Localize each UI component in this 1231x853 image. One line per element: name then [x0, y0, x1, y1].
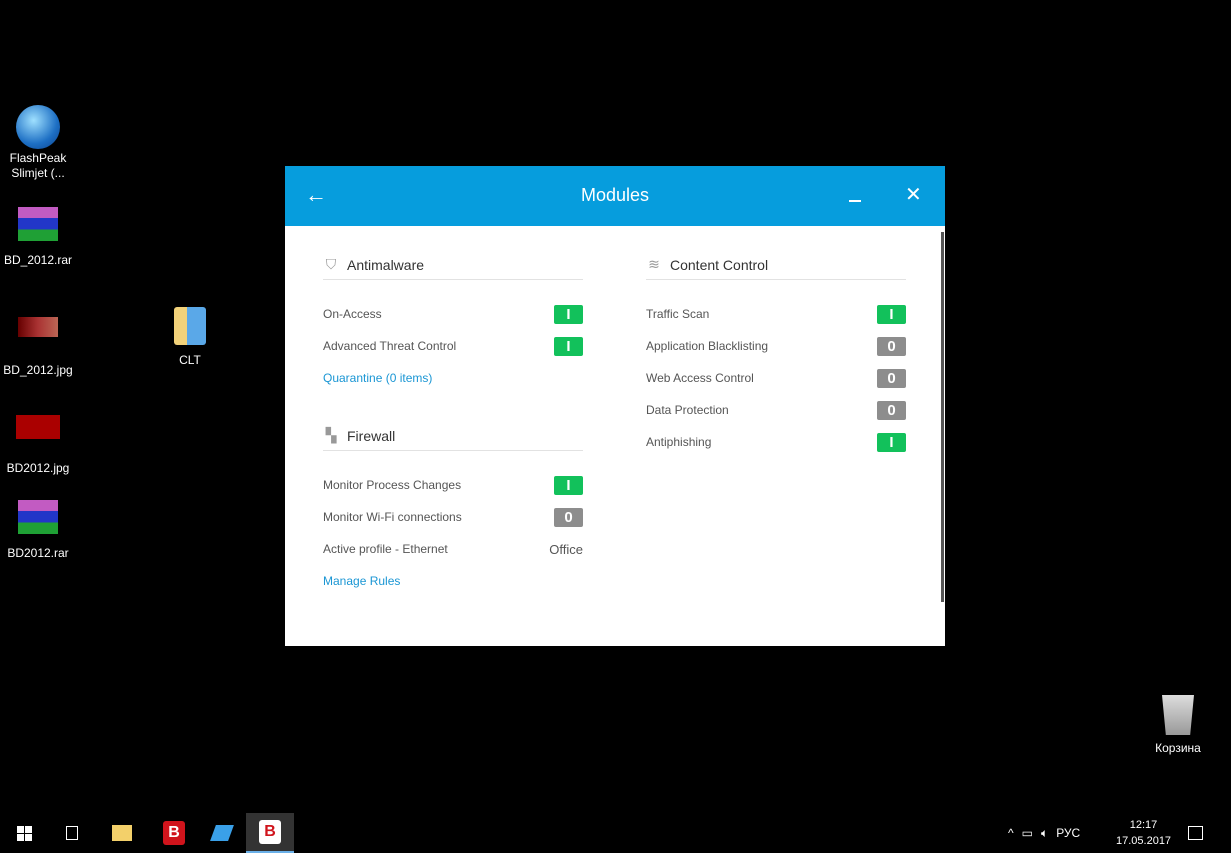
archive-icon — [16, 207, 60, 247]
desktop-icon-bd2012-jpg-2[interactable]: BD2012.jpg — [0, 405, 78, 476]
app-blacklisting-toggle[interactable]: 0 — [877, 336, 906, 356]
quarantine-link[interactable]: Quarantine (0 items) — [323, 371, 432, 385]
folder-icon — [112, 825, 132, 841]
bitdefender-icon: B — [163, 821, 185, 845]
chevron-up-icon[interactable]: ^ — [1008, 826, 1014, 840]
section-title: Antimalware — [347, 256, 425, 273]
close-button[interactable]: ✕ — [905, 182, 922, 207]
section-title: Firewall — [347, 427, 396, 444]
taskbar-explorer[interactable] — [98, 813, 146, 853]
desktop-icon-bd2012-rar[interactable]: BD_2012.rar — [0, 207, 78, 268]
taskbar-bitdefender[interactable]: B — [150, 813, 198, 853]
on-access-toggle[interactable]: I — [554, 304, 583, 324]
volume-icon[interactable]: 🔈︎ — [1041, 826, 1048, 841]
module-row-traffic-scan: Traffic Scan I — [646, 298, 906, 330]
active-profile-value[interactable]: Office — [549, 542, 583, 557]
manage-rules-link[interactable]: Manage Rules — [323, 574, 400, 588]
web-access-toggle[interactable]: 0 — [877, 368, 906, 388]
antimalware-section: ⛉ Antimalware On-Access I Advanced Threat … — [323, 254, 583, 394]
windows-icon — [16, 825, 32, 841]
app-icon — [210, 825, 234, 841]
traffic-scan-toggle[interactable]: I — [877, 304, 906, 324]
module-row-app-blacklisting: Application Blacklisting 0 — [646, 330, 906, 362]
desktop-icon-slimjet[interactable]: FlashPeak Slimjet (... — [0, 105, 78, 181]
dialog-header: ← Modules ✕ — [285, 166, 945, 226]
taskbar-app[interactable] — [198, 813, 246, 853]
firewall-icon: ▚ — [325, 427, 337, 443]
image-icon — [16, 317, 60, 357]
start-button[interactable] — [0, 813, 48, 853]
module-row-web-access: Web Access Control 0 — [646, 362, 906, 394]
module-row-on-access: On-Access I — [323, 298, 583, 330]
notifications-icon[interactable] — [1188, 826, 1203, 840]
antiphishing-toggle[interactable]: I — [877, 432, 906, 452]
folder-icon — [168, 307, 212, 347]
desktop-icon-bd2012-jpg[interactable]: BD_2012.jpg — [0, 307, 78, 378]
module-row-process: Monitor Process Changes I — [323, 469, 583, 501]
taskbar-bitdefender-active[interactable]: B — [246, 813, 294, 853]
scrollbar[interactable] — [941, 232, 944, 602]
module-row-data-protection: Data Protection 0 — [646, 394, 906, 426]
network-icon[interactable]: ▭ — [1022, 826, 1033, 840]
recycle-bin-icon — [1156, 695, 1200, 735]
desktop-icon-bd2012-rar-2[interactable]: BD2012.rar — [0, 500, 78, 561]
archive-icon — [16, 500, 60, 540]
bitdefender-icon: B — [259, 820, 281, 844]
data-protection-toggle[interactable]: 0 — [877, 400, 906, 420]
layers-icon: ≋ — [648, 256, 660, 272]
minimize-button[interactable] — [849, 200, 861, 202]
atc-toggle[interactable]: I — [554, 336, 583, 356]
module-row-atc: Advanced Threat Control I — [323, 330, 583, 362]
image-icon — [16, 415, 60, 455]
task-view-button[interactable] — [48, 813, 96, 853]
taskbar: B B ^ ▭ 🔈︎ РУС 12:17 17.05.2017 — [0, 813, 1231, 853]
desktop-icon-recycle-bin[interactable]: Корзина — [1138, 695, 1218, 756]
shield-icon: ⛉ — [325, 256, 337, 272]
module-row-wifi: Monitor Wi-Fi connections 0 — [323, 501, 583, 533]
firewall-section: ▚ Firewall Monitor Process Changes I Monit… — [323, 425, 583, 597]
wifi-toggle[interactable]: 0 — [554, 507, 583, 527]
active-profile-row: Active profile - Ethernet Office — [323, 541, 583, 557]
globe-icon — [16, 105, 60, 149]
language-indicator[interactable]: РУС — [1056, 826, 1080, 840]
modules-dialog: ← Modules ✕ ⛉ Antimalware On-Access I Adva… — [285, 166, 945, 646]
task-view-icon — [66, 826, 78, 840]
section-title: Content Control — [670, 256, 769, 273]
content-control-section: ≋ Content Control Traffic Scan I Applicati… — [646, 254, 906, 458]
clock[interactable]: 12:17 17.05.2017 — [1116, 813, 1171, 853]
desktop-icon-clt[interactable]: CLT — [150, 307, 230, 368]
module-row-antiphishing: Antiphishing I — [646, 426, 906, 458]
dialog-title: Modules — [580, 185, 650, 205]
process-changes-toggle[interactable]: I — [554, 475, 583, 495]
